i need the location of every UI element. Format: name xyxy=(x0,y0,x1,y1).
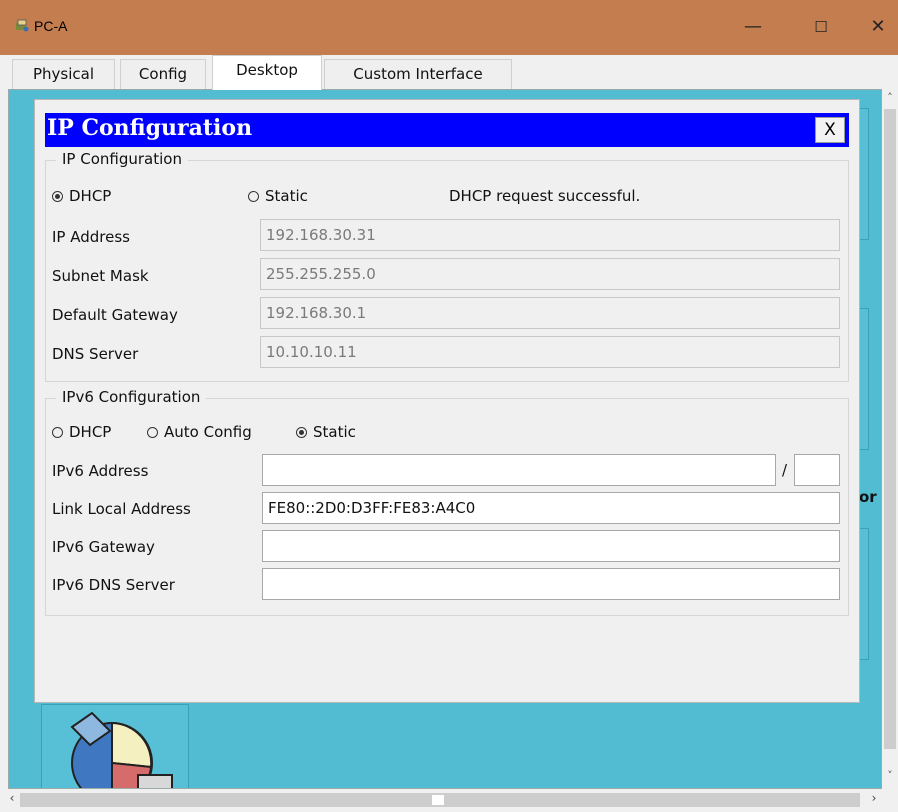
tab-custom-interface[interactable]: Custom Interface xyxy=(324,59,512,89)
vertical-scroll-thumb[interactable] xyxy=(884,109,896,749)
prefix-separator: / xyxy=(782,461,788,479)
ipv4-dhcp-radio[interactable]: DHCP xyxy=(52,187,111,205)
minimize-button[interactable]: — xyxy=(733,14,773,40)
ipv6-prefix-field[interactable] xyxy=(794,454,840,486)
maximize-button[interactable]: ☐ xyxy=(801,14,841,40)
ipv6-address-field[interactable] xyxy=(262,454,776,486)
scroll-right-icon[interactable]: › xyxy=(866,791,882,809)
ipv6-address-label: IPv6 Address xyxy=(52,462,149,480)
dns-server-label: DNS Server xyxy=(52,345,139,363)
ip-address-field[interactable]: 192.168.30.31 xyxy=(260,219,840,251)
scroll-down-icon[interactable]: ˅ xyxy=(882,769,898,785)
ipv4-static-radio[interactable]: Static xyxy=(248,187,308,205)
ipv4-legend: IP Configuration xyxy=(56,150,188,168)
dialog-titlebar: IP Configuration X xyxy=(45,113,849,147)
subnet-mask-label: Subnet Mask xyxy=(52,267,149,285)
dialog-close-button[interactable]: X xyxy=(815,117,845,143)
ipv6-gateway-label: IPv6 Gateway xyxy=(52,538,155,556)
radio-selected-icon xyxy=(296,427,307,438)
horizontal-scrollbar[interactable]: ‹ › xyxy=(0,789,898,812)
ipv6-auto-config-radio[interactable]: Auto Config xyxy=(147,423,252,441)
ipv6-dns-server-label: IPv6 DNS Server xyxy=(52,576,175,594)
scroll-left-icon[interactable]: ‹ xyxy=(4,791,20,809)
radio-empty-icon xyxy=(248,191,259,202)
ipv6-dhcp-radio[interactable]: DHCP xyxy=(52,423,111,441)
ipv6-group: IPv6 Configuration DHCP Auto Config Stat… xyxy=(45,388,849,616)
scroll-up-icon[interactable]: ˄ xyxy=(882,91,898,107)
ip-configuration-dialog: IP Configuration X IP Configuration DHCP… xyxy=(34,99,860,703)
desktop-app-tile[interactable] xyxy=(41,704,189,788)
tab-bar: Physical Config Desktop Custom Interface xyxy=(0,55,898,90)
scroll-grip-icon xyxy=(432,795,444,805)
pc-app-icon xyxy=(16,19,29,32)
ipv6-dns-server-field[interactable] xyxy=(262,568,840,600)
link-local-address-label: Link Local Address xyxy=(52,500,191,518)
ipv6-static-radio[interactable]: Static xyxy=(296,423,356,441)
tab-physical[interactable]: Physical xyxy=(12,59,115,89)
window-title: PC-A xyxy=(34,18,68,34)
radio-empty-icon xyxy=(52,427,63,438)
radio-empty-icon xyxy=(147,427,158,438)
window-titlebar: PC-A — ☐ ✕ xyxy=(0,0,898,55)
dialog-title: IP Configuration xyxy=(47,115,253,141)
tab-config[interactable]: Config xyxy=(120,59,206,89)
link-local-address-field[interactable]: FE80::2D0:D3FF:FE83:A4C0 xyxy=(262,492,840,524)
ipv6-gateway-field[interactable] xyxy=(262,530,840,562)
default-gateway-field[interactable]: 192.168.30.1 xyxy=(260,297,840,329)
vertical-scrollbar[interactable]: ˄ ˅ xyxy=(882,89,898,789)
pie-chart-app-icon xyxy=(70,711,173,788)
app-label-fragment: or xyxy=(859,488,877,506)
tab-desktop[interactable]: Desktop xyxy=(212,55,322,90)
close-window-button[interactable]: ✕ xyxy=(858,14,898,40)
default-gateway-label: Default Gateway xyxy=(52,306,178,324)
ipv6-legend: IPv6 Configuration xyxy=(56,388,207,406)
ip-address-label: IP Address xyxy=(52,228,130,246)
ipv4-group: IP Configuration DHCP Static DHCP reques… xyxy=(45,150,849,382)
dhcp-status-text: DHCP request successful. xyxy=(449,187,641,205)
radio-selected-icon xyxy=(52,191,63,202)
subnet-mask-field[interactable]: 255.255.255.0 xyxy=(260,258,840,290)
dns-server-field[interactable]: 10.10.10.11 xyxy=(260,336,840,368)
